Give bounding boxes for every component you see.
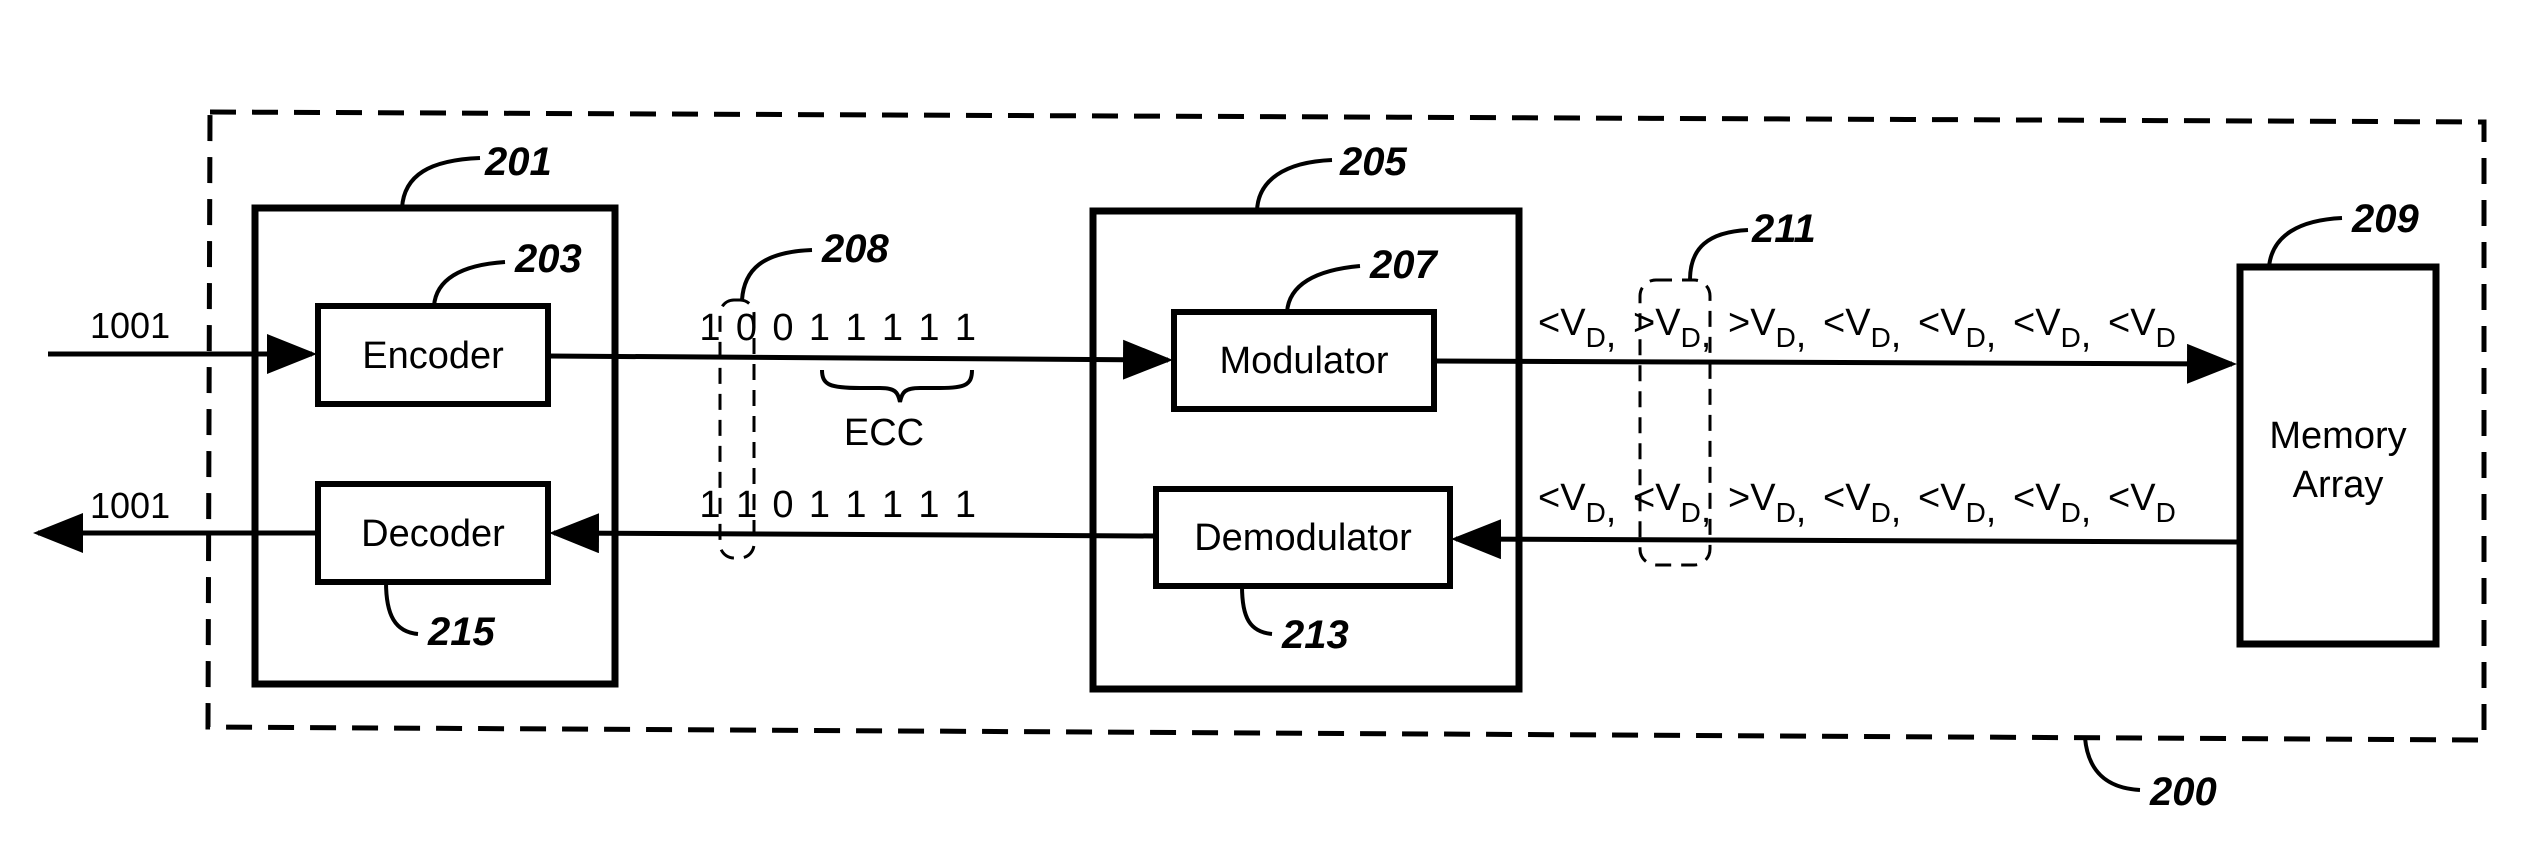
level-ref-leader — [1688, 228, 1749, 281]
modulator-label: Modulator — [1220, 340, 1389, 382]
demodulator-ref-label: 213 — [1281, 613, 1349, 657]
decoder-ref-label: 215 — [427, 610, 495, 654]
bit-value: 1 — [809, 484, 834, 526]
voltage-level: <VD, — [2013, 477, 2091, 531]
codeword-ref-label: 208 — [821, 227, 889, 271]
modem-ref-label: 205 — [1339, 140, 1407, 184]
system-ref-label: 200 — [2149, 770, 2217, 814]
voltage-level: <VD, — [1538, 302, 1616, 356]
read-codeword: 11011111 — [699, 484, 980, 526]
voltage-level: <VD, — [2013, 302, 2091, 356]
memory-array-label-line1: Memory — [2269, 415, 2406, 457]
read-levels-arrow — [1451, 519, 2240, 560]
voltage-level: <VD — [2108, 302, 2176, 353]
written-codeword: 10011111 — [699, 307, 980, 349]
voltage-level: <VD, — [1918, 477, 1996, 531]
voltage-level: >VD, — [1728, 477, 1806, 531]
bit-value: 1 — [882, 484, 907, 526]
input-data-label: 1001 — [90, 305, 170, 346]
encoded-data-arrow — [547, 339, 1173, 380]
voltage-level: <VD, — [1823, 477, 1901, 531]
encoder-ref-label: 203 — [514, 237, 582, 281]
read-levels: <VD, <VD, >VD, <VD, <VD, <VD, <VD — [1538, 477, 2176, 531]
memory-system-diagram: 200 201 Encoder 203 Decoder 215 1001 100… — [33, 109, 2487, 814]
memory-array-ref-leader — [2267, 216, 2343, 268]
modulator-ref-leader — [1285, 264, 1361, 313]
encoder-ref-leader — [432, 260, 506, 307]
voltage-level: <VD, — [1538, 477, 1616, 531]
bit-value: 1 — [845, 484, 870, 526]
written-levels: <VD, >VD, >VD, <VD, <VD, <VD, <VD — [1538, 302, 2176, 356]
bit-value: 1 — [736, 484, 761, 526]
voltage-level: <VD, — [1633, 477, 1711, 531]
codec-ref-leader — [400, 156, 481, 209]
bit-value: 0 — [772, 484, 797, 526]
bit-value: 1 — [882, 307, 907, 349]
bit-value: 1 — [809, 307, 834, 349]
bit-value: 1 — [955, 484, 980, 526]
demodulator-label: Demodulator — [1194, 517, 1412, 559]
bit-value: 1 — [955, 307, 980, 349]
ecc-label: ECC — [844, 412, 924, 454]
modem-ref-leader — [1255, 158, 1333, 212]
voltage-level: <VD, — [1823, 302, 1901, 356]
bit-value: 1 — [918, 307, 943, 349]
decoder-label: Decoder — [361, 513, 505, 555]
output-data-label: 1001 — [90, 485, 170, 526]
decoded-data-arrow — [549, 513, 1157, 554]
voltage-level: <VD — [2108, 477, 2176, 528]
modulator-ref-label: 207 — [1369, 243, 1438, 287]
bit-value: 1 — [845, 307, 870, 349]
voltage-level: >VD, — [1633, 302, 1711, 356]
memory-array-label-line2: Array — [2293, 464, 2384, 506]
level-ref-label: 211 — [1751, 207, 1816, 251]
voltage-level: <VD, — [1918, 302, 1996, 356]
bit-value: 1 — [918, 484, 943, 526]
decoder-ref-leader — [384, 581, 419, 636]
bit-value: 0 — [736, 307, 761, 349]
bit-value: 0 — [772, 307, 797, 349]
voltage-level: >VD, — [1728, 302, 1806, 356]
write-levels-arrow — [1433, 343, 2237, 384]
codec-ref-label: 201 — [484, 140, 552, 184]
codeword-ref-leader — [740, 248, 813, 301]
encoder-label: Encoder — [362, 335, 504, 377]
system-ref-leader — [2083, 737, 2141, 792]
ecc-brace — [820, 369, 974, 403]
memory-array-ref-label: 209 — [2351, 197, 2419, 241]
demodulator-ref-leader — [1240, 585, 1273, 636]
